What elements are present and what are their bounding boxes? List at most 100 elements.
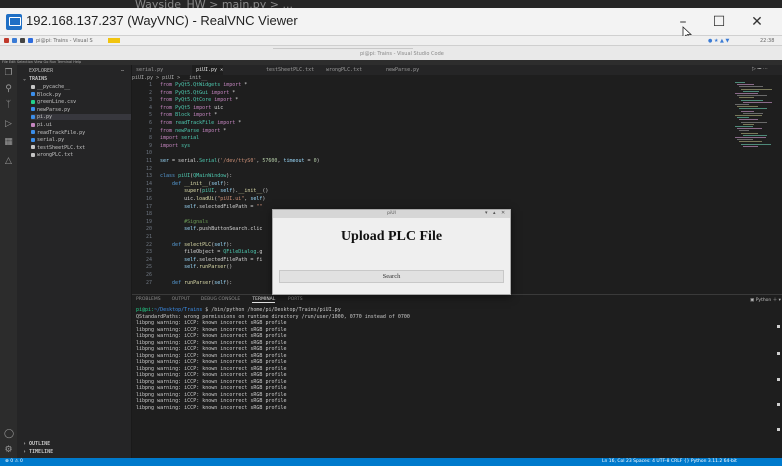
file-item[interactable]: serial.py — [31, 137, 64, 143]
dialog-maximize-icon[interactable]: ▴ — [493, 210, 496, 216]
dialog-minimize-icon[interactable]: ▾ — [485, 210, 488, 216]
file-label: wrongPLC.txt — [37, 152, 74, 159]
settings-gear-icon[interactable]: ⚙ — [4, 446, 13, 455]
file-item[interactable]: newParse.py — [31, 107, 70, 113]
vnc-app-icon — [6, 14, 22, 30]
source-control-icon[interactable]: ᛉ — [4, 101, 13, 110]
line-number: 26 — [145, 272, 152, 278]
editor-actions[interactable]: ▷ ⎓ ⋯ — [752, 66, 768, 72]
editor-tab[interactable]: wrongPLC.txt — [322, 65, 362, 75]
vscode-titlebar: pi@pi: Trains - Visual Studio Code — [0, 46, 782, 60]
upload-plc-dialog: piUI ▾ ▴ ✕ Upload PLC File Search — [272, 209, 511, 295]
panel-tab[interactable]: PROBLEMS — [136, 297, 161, 302]
code-line[interactable]: self.selectedFilePath = fi — [160, 257, 262, 263]
search-button[interactable]: Search — [279, 270, 504, 283]
code-line[interactable]: from newParse import * — [160, 128, 226, 134]
code-line[interactable]: import sys — [160, 143, 190, 149]
code-line[interactable]: ser = serial.Serial('/dev/ttyS0', 57600,… — [160, 158, 320, 164]
editor-tab[interactable]: testSheetPLC.txt — [262, 65, 314, 75]
code-line[interactable]: fileObject = QFileDialog.g — [160, 249, 262, 255]
timeline-section[interactable]: › TIMELINE — [23, 449, 53, 455]
status-right[interactable]: Ln 16, Col 23 Spaces: 4 UTF-8 CRLF {} Py… — [602, 459, 737, 464]
line-number: 15 — [145, 188, 152, 195]
code-line[interactable]: from PyQt5.QtCore import * — [160, 97, 238, 103]
minimap-line — [743, 123, 754, 125]
activity-bar: ❐ ⚲ ᛉ ▷ ▦ △ ◯ ⚙ — [0, 65, 17, 466]
panel-tab[interactable]: OUTPUT — [172, 297, 190, 302]
file-item[interactable]: __pycache__ — [31, 84, 70, 90]
taskbar-window-label[interactable]: pi@pi: Trains - Visual S — [36, 38, 93, 44]
explorer-sidebar: EXPLORER ⋯ ⌄ TRAINS › OUTLINE › TIMELINE… — [17, 65, 132, 466]
dialog-close-icon[interactable]: ✕ — [501, 210, 505, 216]
minimap[interactable] — [735, 82, 780, 292]
file-item[interactable]: readTrackFile.py — [31, 130, 85, 136]
code-line[interactable]: def runParser(self): — [160, 280, 232, 286]
file-item[interactable]: Block.py — [31, 92, 61, 98]
taskbar-window-2[interactable] — [108, 38, 120, 43]
vscode-taskbar-icon[interactable] — [28, 38, 33, 43]
code-line[interactable]: from readTrackFile import * — [160, 120, 241, 126]
terminal-warning: libpng warning: iCCP: known incorrect sR… — [136, 398, 287, 404]
line-number: 3 — [148, 97, 152, 104]
file-item[interactable]: pi.ui — [31, 122, 52, 128]
file-item[interactable]: testSheetPLC.txt — [31, 145, 85, 151]
more-actions-icon[interactable]: ⋯ — [121, 68, 124, 74]
code-line[interactable]: class piUI(QMainWindow): — [160, 173, 232, 179]
panel-tab[interactable]: PORTS — [288, 297, 303, 302]
file-label: serial.py — [37, 137, 65, 144]
breadcrumb[interactable]: piUI.py > piUI > __init__ — [132, 75, 207, 82]
file-item[interactable]: wrongPLC.txt — [31, 152, 73, 158]
terminal[interactable]: pi@pi:~/Desktop/Trains $ /bin/python /ho… — [132, 305, 782, 466]
remote-icon[interactable]: △ — [4, 157, 13, 166]
code-line[interactable]: def __init__(self): — [160, 181, 229, 187]
folder-trains[interactable]: ⌄ TRAINS — [23, 76, 47, 82]
search-icon[interactable]: ⚲ — [4, 85, 13, 94]
extensions-icon[interactable]: ▦ — [4, 138, 13, 147]
file-type-icon — [31, 122, 35, 127]
code-line[interactable]: from PyQt5 import uic — [160, 105, 223, 111]
code-line[interactable]: def selectPLC(self): — [160, 242, 232, 248]
line-number: 21 — [145, 234, 152, 240]
file-item[interactable]: greenLine.csv — [31, 99, 76, 105]
editor-tab[interactable]: serial.py — [132, 65, 163, 75]
outline-section[interactable]: › OUTLINE — [23, 441, 50, 447]
editor-tab[interactable]: piUI.py ✕ — [192, 65, 224, 75]
terminal-warning: libpng warning: iCCP: known incorrect sR… — [136, 320, 287, 326]
close-button[interactable]: ✕ — [734, 9, 780, 35]
run-debug-icon[interactable]: ▷ — [4, 120, 13, 129]
status-problems[interactable]: ⊗ 0 ⚠ 0 — [5, 459, 23, 464]
terminal-warning: libpng warning: iCCP: known incorrect sR… — [136, 385, 287, 391]
line-number: 20 — [145, 226, 152, 233]
dialog-title: piUI — [387, 211, 396, 216]
file-type-icon — [31, 99, 35, 104]
panel-tab[interactable]: TERMINAL — [252, 297, 276, 303]
minimap-line — [743, 101, 772, 103]
editor-tab[interactable]: newParse.py — [382, 65, 419, 75]
code-line[interactable]: self.pushButtonSearch.clic — [160, 226, 262, 232]
minimap-line — [743, 112, 763, 114]
explorer-icon[interactable]: ❐ — [4, 69, 13, 78]
folder-icon[interactable] — [20, 38, 25, 43]
minimap-line — [737, 95, 767, 97]
code-line[interactable]: super(piUI, self).__init__() — [160, 188, 268, 194]
account-icon[interactable]: ◯ — [4, 430, 14, 439]
dialog-titlebar[interactable]: piUI ▾ ▴ ✕ — [273, 210, 510, 218]
file-label: newParse.py — [37, 106, 71, 113]
code-line[interactable]: from PyQt5.QtWidgets import * — [160, 82, 247, 88]
code-line[interactable]: from Block import * — [160, 112, 217, 118]
code-line[interactable]: from PyQt5.QtGui import * — [160, 90, 235, 96]
raspberry-menu-icon[interactable] — [4, 38, 9, 43]
file-item[interactable]: pi.py — [31, 114, 131, 121]
browser-icon[interactable] — [12, 38, 17, 43]
code-line[interactable]: self.selectedFilePath = "" — [160, 204, 262, 210]
file-label: greenLine.csv — [37, 99, 77, 106]
code-line[interactable]: uic.loadUi("piUI.ui", self) — [160, 196, 265, 202]
code-line[interactable]: import serial — [160, 135, 199, 141]
code-line[interactable]: #Signals — [160, 219, 208, 225]
panel-right-actions[interactable]: ▣ Python ＋ ▾ ◫ 🗑 ⋯ ⌃ ✕ — [750, 297, 782, 303]
menu-items[interactable]: File Edit Selection View Go Run Terminal… — [2, 60, 81, 64]
line-number: 22 — [145, 241, 152, 248]
minimap-line — [735, 93, 758, 94]
code-line[interactable]: self.runParser() — [160, 264, 232, 270]
panel-tab[interactable]: DEBUG CONSOLE — [201, 297, 240, 302]
